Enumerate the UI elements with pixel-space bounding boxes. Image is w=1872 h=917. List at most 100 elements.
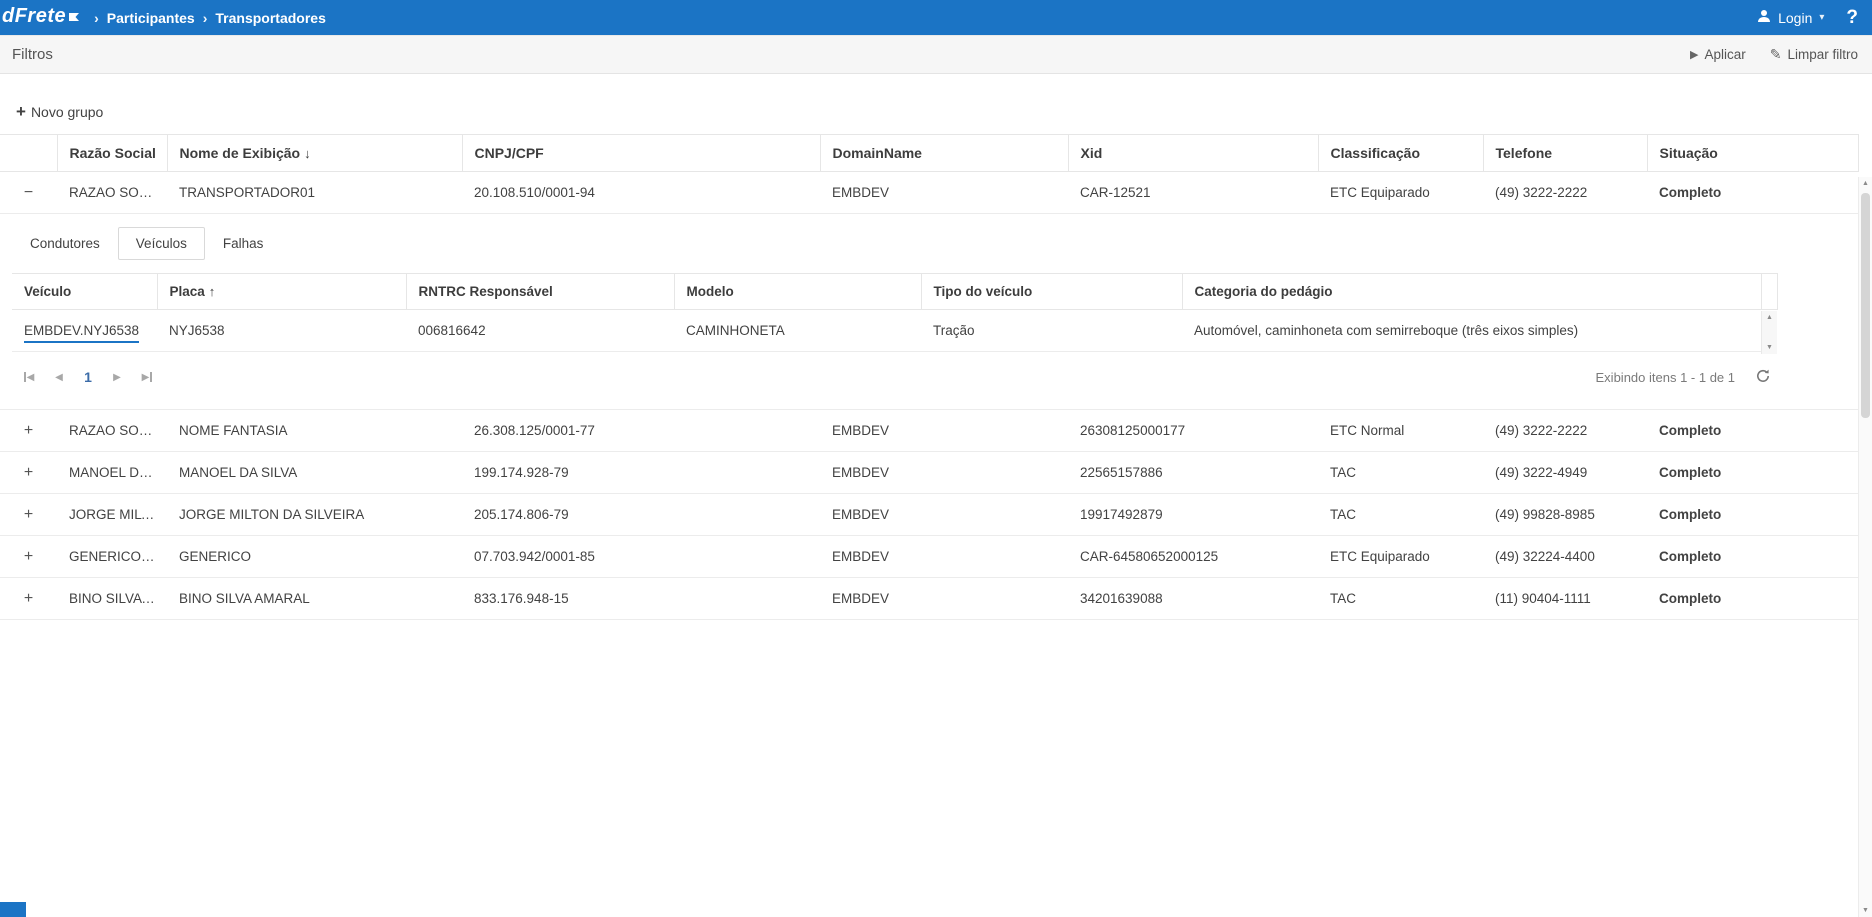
- cell-tipo-veiculo: Tração: [921, 310, 1182, 352]
- collapse-row-icon[interactable]: −: [21, 187, 37, 199]
- user-icon: [1757, 9, 1771, 26]
- cell-nome-exibicao: BINO SILVA AMARAL: [167, 578, 462, 620]
- col-header-razao-social[interactable]: Razão Social: [57, 135, 167, 172]
- scrollbar-filler-header: [1761, 274, 1777, 310]
- col-header-domainname[interactable]: DomainName: [820, 135, 1068, 172]
- pager-prev-button[interactable]: ◀: [44, 362, 74, 392]
- tab-falhas[interactable]: Falhas: [205, 227, 282, 260]
- cell-cnpj-cpf: 26.308.125/0001-77: [462, 410, 820, 452]
- detail-panel: Condutores Veículos Falhas: [0, 214, 1858, 410]
- col-header-cnpj-cpf[interactable]: CNPJ/CPF: [462, 135, 820, 172]
- scroll-up-icon[interactable]: ▲: [1859, 180, 1872, 187]
- cell-classificacao: TAC: [1318, 578, 1483, 620]
- table-row: + BINO SILVA AMA... BINO SILVA AMARAL 83…: [0, 578, 1858, 620]
- pager-last-button[interactable]: ▶: [132, 362, 162, 392]
- cell-xid: 26308125000177: [1068, 410, 1318, 452]
- expand-row-icon[interactable]: +: [21, 425, 37, 437]
- scrollbar-thumb[interactable]: [1861, 193, 1870, 418]
- cell-xid: CAR-64580652000125: [1068, 536, 1318, 578]
- login-label: Login: [1778, 10, 1812, 26]
- pager-page-1[interactable]: 1: [74, 362, 102, 392]
- expand-cell: +: [0, 536, 57, 578]
- clear-filter-button[interactable]: ✎ Limpar filtro: [1770, 46, 1858, 63]
- pager-first-button[interactable]: ◀: [14, 362, 44, 392]
- bottom-left-accent: [0, 902, 26, 917]
- refresh-icon: [1755, 368, 1771, 387]
- tab-veiculos[interactable]: Veículos: [118, 227, 205, 260]
- first-page-icon: ◀: [27, 372, 35, 383]
- expand-row-icon[interactable]: +: [21, 593, 37, 605]
- cell-razao-social: RAZAO SOCIAL: [57, 410, 167, 452]
- detail-row: Condutores Veículos Falhas: [0, 214, 1858, 410]
- cell-veiculo: EMBDEV.NYJ6538: [12, 310, 157, 352]
- topbar-right: Login ▾ ?: [1757, 7, 1858, 29]
- vehicles-pager: ◀ ◀ 1 ▶ ▶ Exibindo itens 1 - 1 de 1: [12, 352, 1777, 396]
- cell-telefone: (49) 3222-2222: [1483, 410, 1647, 452]
- breadcrumb: › Participantes › Transportadores: [94, 10, 326, 26]
- scroll-down-icon[interactable]: ▼: [1766, 344, 1773, 351]
- expand-row-icon[interactable]: +: [21, 551, 37, 563]
- cell-classificacao: ETC Equiparado: [1318, 172, 1483, 214]
- expand-row-icon[interactable]: +: [21, 509, 37, 521]
- vehicles-scrollbar[interactable]: ▲ ▼: [1761, 311, 1777, 354]
- table-row: + JORGE MILTON ... JORGE MILTON DA SILVE…: [0, 494, 1858, 536]
- cell-nome-exibicao: JORGE MILTON DA SILVEIRA: [167, 494, 462, 536]
- eraser-icon: ✎: [1770, 46, 1782, 63]
- col-header-modelo[interactable]: Modelo: [674, 274, 921, 310]
- apply-filter-button[interactable]: ▶ Aplicar: [1690, 47, 1746, 62]
- col-header-rntrc[interactable]: RNTRC Responsável: [406, 274, 674, 310]
- sort-asc-icon: ↑: [209, 284, 216, 299]
- vertical-scrollbar[interactable]: ▲ ▼: [1858, 177, 1872, 917]
- cell-classificacao: TAC: [1318, 494, 1483, 536]
- pager-next-button[interactable]: ▶: [102, 362, 132, 392]
- help-button[interactable]: ?: [1846, 7, 1858, 29]
- cell-domainname: EMBDEV: [820, 410, 1068, 452]
- expand-cell: +: [0, 452, 57, 494]
- vehicles-grid: Veículo Placa↑ RNTRC Responsável Modelo …: [12, 273, 1777, 352]
- col-label: Nome de Exibição: [180, 145, 301, 161]
- col-header-categoria-pedagio[interactable]: Categoria do pedágio: [1182, 274, 1761, 310]
- col-label: Placa: [170, 284, 205, 299]
- apply-filter-label: Aplicar: [1704, 47, 1745, 62]
- col-header-veiculo[interactable]: Veículo: [12, 274, 157, 310]
- scroll-down-icon[interactable]: ▼: [1859, 907, 1872, 914]
- breadcrumb-transportadores[interactable]: Transportadores: [215, 10, 325, 26]
- cell-xid: CAR-12521: [1068, 172, 1318, 214]
- scroll-up-icon[interactable]: ▲: [1766, 314, 1773, 321]
- bar-icon: [24, 372, 26, 382]
- help-icon: ?: [1846, 7, 1858, 28]
- app-logo-text: dFrete: [2, 5, 66, 28]
- col-label: Categoria do pedágio: [1195, 284, 1333, 299]
- col-header-classificacao[interactable]: Classificação: [1318, 135, 1483, 172]
- cell-rntrc: 006816642: [406, 310, 674, 352]
- col-label: CNPJ/CPF: [475, 145, 544, 161]
- cell-cnpj-cpf: 205.174.806-79: [462, 494, 820, 536]
- login-button[interactable]: Login ▾: [1757, 9, 1824, 26]
- col-header-xid[interactable]: Xid: [1068, 135, 1318, 172]
- col-header-nome-exibicao[interactable]: Nome de Exibição↓: [167, 135, 462, 172]
- status-badge: Completo: [1647, 536, 1858, 578]
- new-group-button[interactable]: + Novo grupo: [16, 104, 103, 120]
- app-logo[interactable]: dFrete: [2, 5, 80, 30]
- cell-domainname: EMBDEV: [820, 494, 1068, 536]
- cell-nome-exibicao: GENERICO: [167, 536, 462, 578]
- col-label: DomainName: [833, 145, 922, 161]
- col-header-situacao[interactable]: Situação: [1647, 135, 1858, 172]
- filters-title: Filtros: [12, 46, 53, 63]
- breadcrumb-participantes[interactable]: Participantes: [107, 10, 195, 26]
- pager-info-area: Exibindo itens 1 - 1 de 1: [1596, 368, 1771, 387]
- col-label: Situação: [1660, 145, 1718, 161]
- tab-condutores[interactable]: Condutores: [12, 227, 118, 260]
- col-header-placa[interactable]: Placa ↑: [157, 274, 406, 310]
- cell-domainname: EMBDEV: [820, 452, 1068, 494]
- col-header-telefone[interactable]: Telefone: [1483, 135, 1647, 172]
- chevron-down-icon: ▾: [1819, 12, 1824, 23]
- col-header-tipo-veiculo[interactable]: Tipo do veículo: [921, 274, 1182, 310]
- refresh-button[interactable]: [1755, 368, 1771, 387]
- cell-razao-social: RAZAO SOCIAL S...: [57, 172, 167, 214]
- new-group-label: Novo grupo: [31, 104, 103, 120]
- status-badge: Completo: [1647, 494, 1858, 536]
- status-badge: Completo: [1647, 452, 1858, 494]
- filters-actions: ▶ Aplicar ✎ Limpar filtro: [1690, 46, 1858, 63]
- expand-row-icon[interactable]: +: [21, 467, 37, 479]
